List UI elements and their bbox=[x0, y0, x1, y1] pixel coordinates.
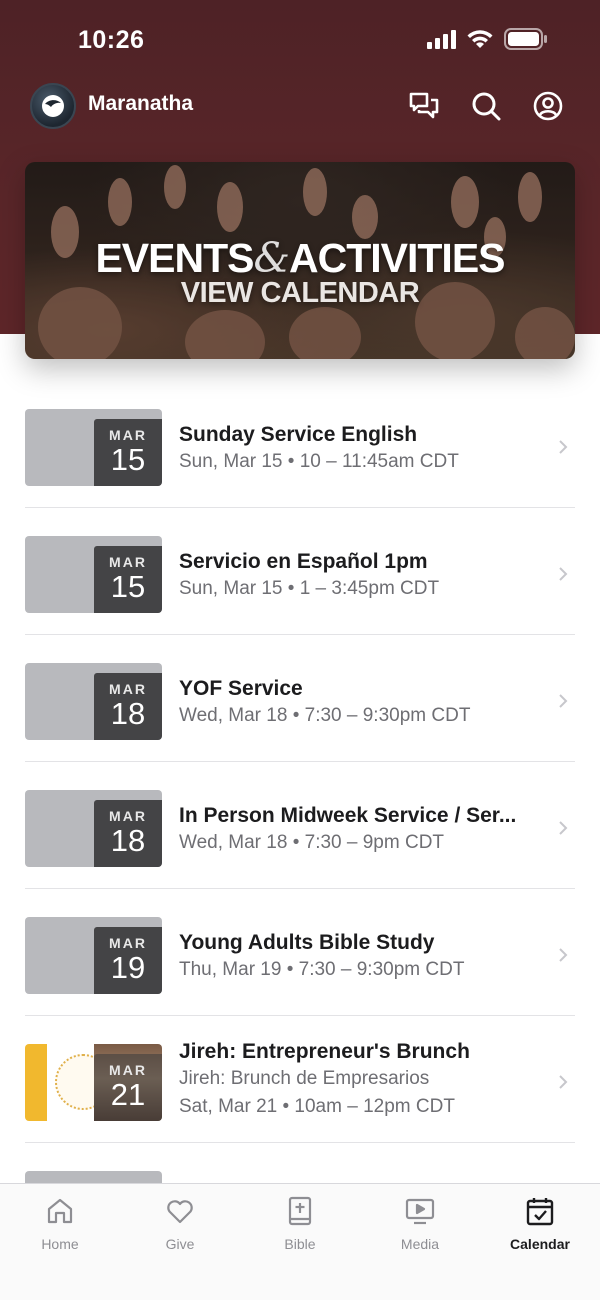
status-time: 10:26 bbox=[78, 26, 145, 54]
date-badge: MAR 18 bbox=[94, 673, 162, 740]
date-month: MAR bbox=[109, 1062, 147, 1078]
event-text: Sunday Service English Sun, Mar 15 • 10 … bbox=[179, 421, 549, 476]
event-text: YOF Service Wed, Mar 18 • 7:30 – 9:30pm … bbox=[179, 675, 549, 730]
event-datetime: Thu, Mar 19 • 7:30 – 9:30pm CDT bbox=[179, 959, 465, 980]
wifi-icon bbox=[467, 30, 493, 48]
banner-subtitle: VIEW CALENDAR bbox=[180, 277, 420, 309]
chat-icon bbox=[409, 92, 439, 119]
media-icon bbox=[405, 1198, 435, 1225]
tab-media[interactable]: Media bbox=[360, 1184, 480, 1300]
chevron-right-icon bbox=[559, 567, 568, 581]
status-bar: 10:26 bbox=[0, 0, 600, 80]
date-month: MAR bbox=[109, 681, 147, 697]
event-row[interactable]: MAR 19 Young Adults Bible Study Thu, Mar… bbox=[25, 889, 575, 1016]
church-logo-icon[interactable] bbox=[30, 83, 76, 129]
calendar-icon bbox=[526, 1198, 554, 1226]
event-datetime: Sun, Mar 15 • 10 – 11:45am CDT bbox=[179, 451, 459, 472]
date-month: MAR bbox=[109, 554, 147, 570]
tab-label: Media bbox=[400, 1236, 440, 1252]
user-icon bbox=[533, 91, 563, 121]
event-description: Jireh: Brunch de Empresarios bbox=[179, 1068, 430, 1089]
date-day: 15 bbox=[110, 569, 146, 604]
date-month: MAR bbox=[109, 935, 147, 951]
tab-label: Bible bbox=[284, 1236, 316, 1252]
chevron-right-icon bbox=[559, 1075, 568, 1089]
app-bar: Maranatha bbox=[0, 80, 600, 132]
event-title: In Person Midweek Service / Ser... bbox=[179, 804, 517, 827]
event-datetime: Sat, Mar 21 • 10am – 12pm CDT bbox=[179, 1096, 455, 1117]
date-month: MAR bbox=[109, 808, 147, 824]
tab-label: Give bbox=[165, 1236, 195, 1252]
event-text: In Person Midweek Service / Ser... Wed, … bbox=[179, 802, 549, 857]
search-button[interactable] bbox=[470, 90, 502, 122]
banner-title-left: EVENTS bbox=[95, 235, 254, 281]
event-title: Servicio en Español 1pm bbox=[179, 550, 428, 573]
date-badge: MAR 15 bbox=[94, 546, 162, 613]
home-icon bbox=[47, 1198, 73, 1224]
event-list: MAR 15 Sunday Service English Sun, Mar 1… bbox=[25, 381, 575, 1270]
tab-bible[interactable]: Bible bbox=[240, 1184, 360, 1300]
event-row[interactable]: MAR 18 In Person Midweek Service / Ser..… bbox=[25, 762, 575, 889]
tab-bar: Home Give Bible Media Calendar bbox=[0, 1183, 600, 1300]
event-row[interactable]: MAR 21 Jireh: Entrepreneur's Brunch Jire… bbox=[25, 1016, 575, 1143]
tab-home[interactable]: Home bbox=[0, 1184, 120, 1300]
chevron-right-icon bbox=[559, 694, 568, 708]
date-badge: MAR 21 bbox=[94, 1054, 162, 1121]
banner-title-amp: & bbox=[253, 234, 290, 282]
screen: 10:26 Maranatha EVENTS&ACTIVITIES VIEW C… bbox=[0, 0, 600, 1300]
event-title: YOF Service bbox=[179, 677, 303, 700]
event-title: Jireh: Entrepreneur's Brunch bbox=[179, 1040, 470, 1063]
signal-icon bbox=[427, 29, 456, 49]
event-text: Young Adults Bible Study Thu, Mar 19 • 7… bbox=[179, 929, 549, 984]
date-day: 18 bbox=[110, 696, 146, 731]
tab-give[interactable]: Give bbox=[120, 1184, 240, 1300]
bible-icon bbox=[288, 1196, 312, 1226]
banner-title: EVENTS&ACTIVITIES bbox=[25, 234, 575, 282]
event-title: Sunday Service English bbox=[179, 423, 418, 446]
banner-title-right: ACTIVITIES bbox=[289, 235, 506, 281]
event-title: Young Adults Bible Study bbox=[179, 931, 435, 954]
tab-label: Home bbox=[41, 1236, 79, 1252]
app-title: Maranatha bbox=[88, 92, 194, 115]
event-row[interactable]: MAR 15 Sunday Service English Sun, Mar 1… bbox=[25, 381, 575, 508]
event-datetime: Wed, Mar 18 • 7:30 – 9pm CDT bbox=[179, 832, 445, 853]
messages-button[interactable] bbox=[408, 90, 440, 122]
battery-icon bbox=[504, 28, 547, 50]
event-text: Jireh: Entrepreneur's Brunch Jireh: Brun… bbox=[179, 1038, 549, 1121]
chevron-right-icon bbox=[559, 948, 568, 962]
app-actions bbox=[408, 90, 564, 122]
tab-calendar[interactable]: Calendar bbox=[480, 1184, 600, 1300]
date-day: 21 bbox=[110, 1077, 146, 1112]
date-badge: MAR 19 bbox=[94, 927, 162, 994]
profile-button[interactable] bbox=[532, 90, 564, 122]
search-icon bbox=[472, 92, 501, 121]
chevron-right-icon bbox=[559, 440, 568, 454]
chevron-right-icon bbox=[559, 821, 568, 835]
event-datetime: Sun, Mar 15 • 1 – 3:45pm CDT bbox=[179, 578, 440, 599]
date-day: 18 bbox=[110, 823, 146, 858]
date-month: MAR bbox=[109, 427, 147, 443]
date-badge: MAR 15 bbox=[94, 419, 162, 486]
heart-icon bbox=[167, 1200, 193, 1224]
events-banner[interactable]: EVENTS&ACTIVITIES VIEW CALENDAR bbox=[25, 162, 575, 359]
event-row[interactable]: MAR 18 YOF Service Wed, Mar 18 • 7:30 – … bbox=[25, 635, 575, 762]
date-badge: MAR 18 bbox=[94, 800, 162, 867]
event-datetime: Wed, Mar 18 • 7:30 – 9:30pm CDT bbox=[179, 705, 471, 726]
date-day: 19 bbox=[110, 950, 146, 985]
tab-label: Calendar bbox=[510, 1236, 570, 1252]
event-row[interactable]: MAR 15 Servicio en Español 1pm Sun, Mar … bbox=[25, 508, 575, 635]
event-text: Servicio en Español 1pm Sun, Mar 15 • 1 … bbox=[179, 548, 549, 603]
status-icons bbox=[427, 28, 548, 50]
date-day: 15 bbox=[110, 442, 146, 477]
